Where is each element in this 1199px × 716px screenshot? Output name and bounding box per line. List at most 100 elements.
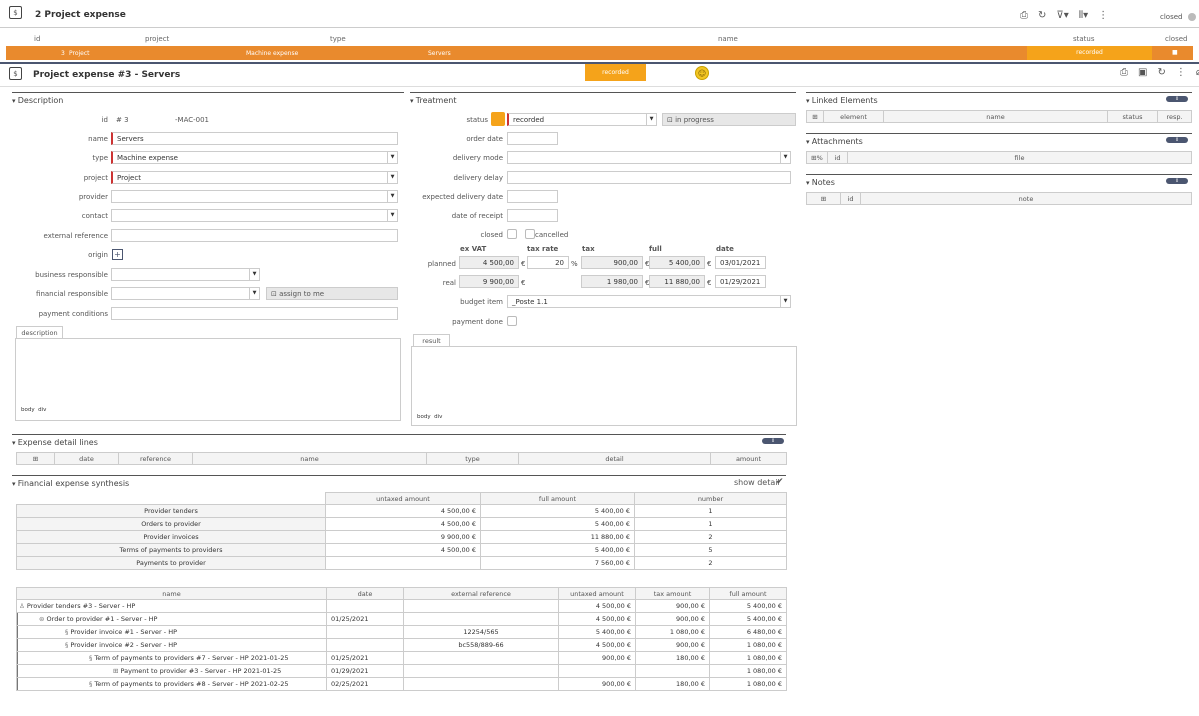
expected-delivery-date-label: expected delivery date [422,193,503,201]
closed-checkbox[interactable] [507,229,517,239]
business-responsible-label: business responsible [35,271,108,279]
payment-conditions-field[interactable] [111,307,398,320]
col-name[interactable]: name [883,110,1108,123]
save-icon[interactable]: ▣ [1138,67,1147,78]
section-expense-detail-lines[interactable]: Expense detail lines [12,434,786,447]
add-icon[interactable]: ⊞ [812,113,817,121]
contact-select[interactable]: ▼ [111,209,398,222]
payment-done-label: payment done [452,318,503,326]
name-field[interactable]: Servers [111,132,398,145]
result-editor[interactable] [411,346,797,426]
chevron-down-icon[interactable]: ▼ [249,288,259,299]
table-row[interactable]: ♙ Provider tenders #3 - Server - HP 4 50… [16,599,787,613]
section-notes[interactable]: Notes [806,174,1192,187]
table-row[interactable]: § Provider invoice #2 - Server - HP bc55… [16,638,787,652]
link-icon[interactable]: % [817,154,823,162]
table-row[interactable]: § Term of payments to providers #8 - Ser… [16,677,787,691]
description-editor[interactable] [15,338,401,421]
col-closed[interactable]: closed [1165,35,1187,43]
add-icon[interactable]: ⊞ [821,195,826,203]
business-responsible-select[interactable]: ▼ [111,268,260,281]
chevron-down-icon[interactable]: ▼ [387,191,397,202]
section-description[interactable]: Description [12,92,404,105]
planned-exvat-field[interactable]: 4 500,00 [459,256,519,269]
type-select[interactable]: Machine expense ▼ [111,151,398,164]
section-financial-synthesis[interactable]: Financial expense synthesis [12,475,786,488]
financial-responsible-select[interactable]: ▼ [111,287,260,300]
contact-label: contact [81,212,108,220]
chevron-down-icon[interactable]: ▼ [387,152,397,163]
assign-to-me-button[interactable]: ⊡ assign to me [266,287,398,300]
planned-date-field[interactable]: 03/01/2021 [715,256,766,269]
detail-status-badge: recorded [585,64,646,81]
delivery-mode-select[interactable]: ▼ [507,151,791,164]
provider-select[interactable]: ▼ [111,190,398,203]
external-reference-field[interactable] [111,229,398,242]
project-select[interactable]: Project ▼ [111,171,398,184]
col-type[interactable]: type [330,35,346,43]
col-amount[interactable]: amount [710,452,787,465]
in-progress-button[interactable]: ⊡ in progress [662,113,796,126]
col-status[interactable]: status [1073,35,1095,43]
table-row[interactable]: ⊞ Payment to provider #3 - Server - HP 2… [16,664,787,678]
status-select[interactable]: recorded ▼ [507,113,657,126]
table-row[interactable]: ⊜ Order to provider #1 - Server - HP 01/… [16,612,787,626]
col-resp[interactable]: resp. [1157,110,1192,123]
columns-icon[interactable]: ⦀▾ [1079,10,1088,21]
planned-full-field[interactable]: 5 400,00 [649,256,705,269]
payment-done-checkbox[interactable] [507,316,517,326]
filter-icon[interactable]: ⊽▾ [1056,10,1068,21]
table-row[interactable]: 3 Project Machine expense Servers record… [6,46,1193,60]
col-id[interactable]: id [34,35,40,43]
section-attachments[interactable]: Attachments [806,133,1192,146]
col-name[interactable]: name [192,452,427,465]
add-icon[interactable]: ⊞ [33,455,38,463]
real-full-field[interactable]: 11 880,00 [649,275,705,288]
planned-tax-field[interactable]: 900,00 [581,256,643,269]
delivery-delay-field[interactable] [507,171,791,184]
more-icon[interactable]: ⋮ [1176,67,1186,78]
chevron-down-icon[interactable]: ▼ [387,172,397,183]
col-note[interactable]: note [860,192,1192,205]
table-row[interactable]: § Term of payments to providers #7 - Ser… [16,651,787,665]
real-date-field[interactable]: 01/29/2021 [715,275,766,288]
add-origin-icon[interactable]: + [112,249,123,260]
expected-delivery-date-field[interactable] [507,190,558,203]
provider-label: provider [78,193,108,201]
cancelled-checkbox[interactable] [525,229,535,239]
closed-toggle[interactable] [1188,13,1196,21]
section-linked-elements[interactable]: Linked Elements [806,92,1192,105]
chevron-down-icon[interactable]: ▼ [387,210,397,221]
budget-item-select[interactable]: _Poste 1.1 ▼ [507,295,791,308]
col-id[interactable]: id [827,151,848,164]
real-exvat-field[interactable]: 9 900,00 [459,275,519,288]
chevron-down-icon[interactable]: ▼ [780,296,790,307]
print-icon[interactable]: ⎙ [1020,10,1028,21]
col-file[interactable]: file [847,151,1192,164]
chevron-down-icon[interactable]: ▼ [780,152,790,163]
chevron-down-icon[interactable]: ▼ [249,269,259,280]
col-date[interactable]: date [54,452,119,465]
planned-taxrate-field[interactable]: 20 [527,256,569,269]
table-row[interactable]: § Provider invoice #1 - Server - HP 1225… [16,625,787,639]
chevron-down-icon[interactable]: ▼ [646,114,656,125]
col-name[interactable]: name [718,35,738,43]
real-tax-field[interactable]: 1 980,00 [581,275,643,288]
print-icon[interactable]: ⎙ [1120,67,1128,78]
refresh-icon[interactable]: ↻ [1157,67,1165,78]
status-label: status [466,116,488,124]
col-id[interactable]: id [840,192,861,205]
col-detail[interactable]: detail [518,452,711,465]
show-detail-check-icon[interactable]: ✔ [776,477,784,487]
col-status[interactable]: status [1107,110,1158,123]
col-reference[interactable]: reference [118,452,193,465]
order-date-field[interactable] [507,132,558,145]
attachments-count-badge: 0 [1166,137,1188,143]
col-type[interactable]: type [426,452,519,465]
more-icon[interactable]: ⋮ [1098,10,1108,21]
section-treatment[interactable]: Treatment [410,92,796,105]
col-element[interactable]: element [823,110,884,123]
date-of-receipt-field[interactable] [507,209,558,222]
col-project[interactable]: project [145,35,169,43]
refresh-icon[interactable]: ↻ [1038,10,1046,21]
